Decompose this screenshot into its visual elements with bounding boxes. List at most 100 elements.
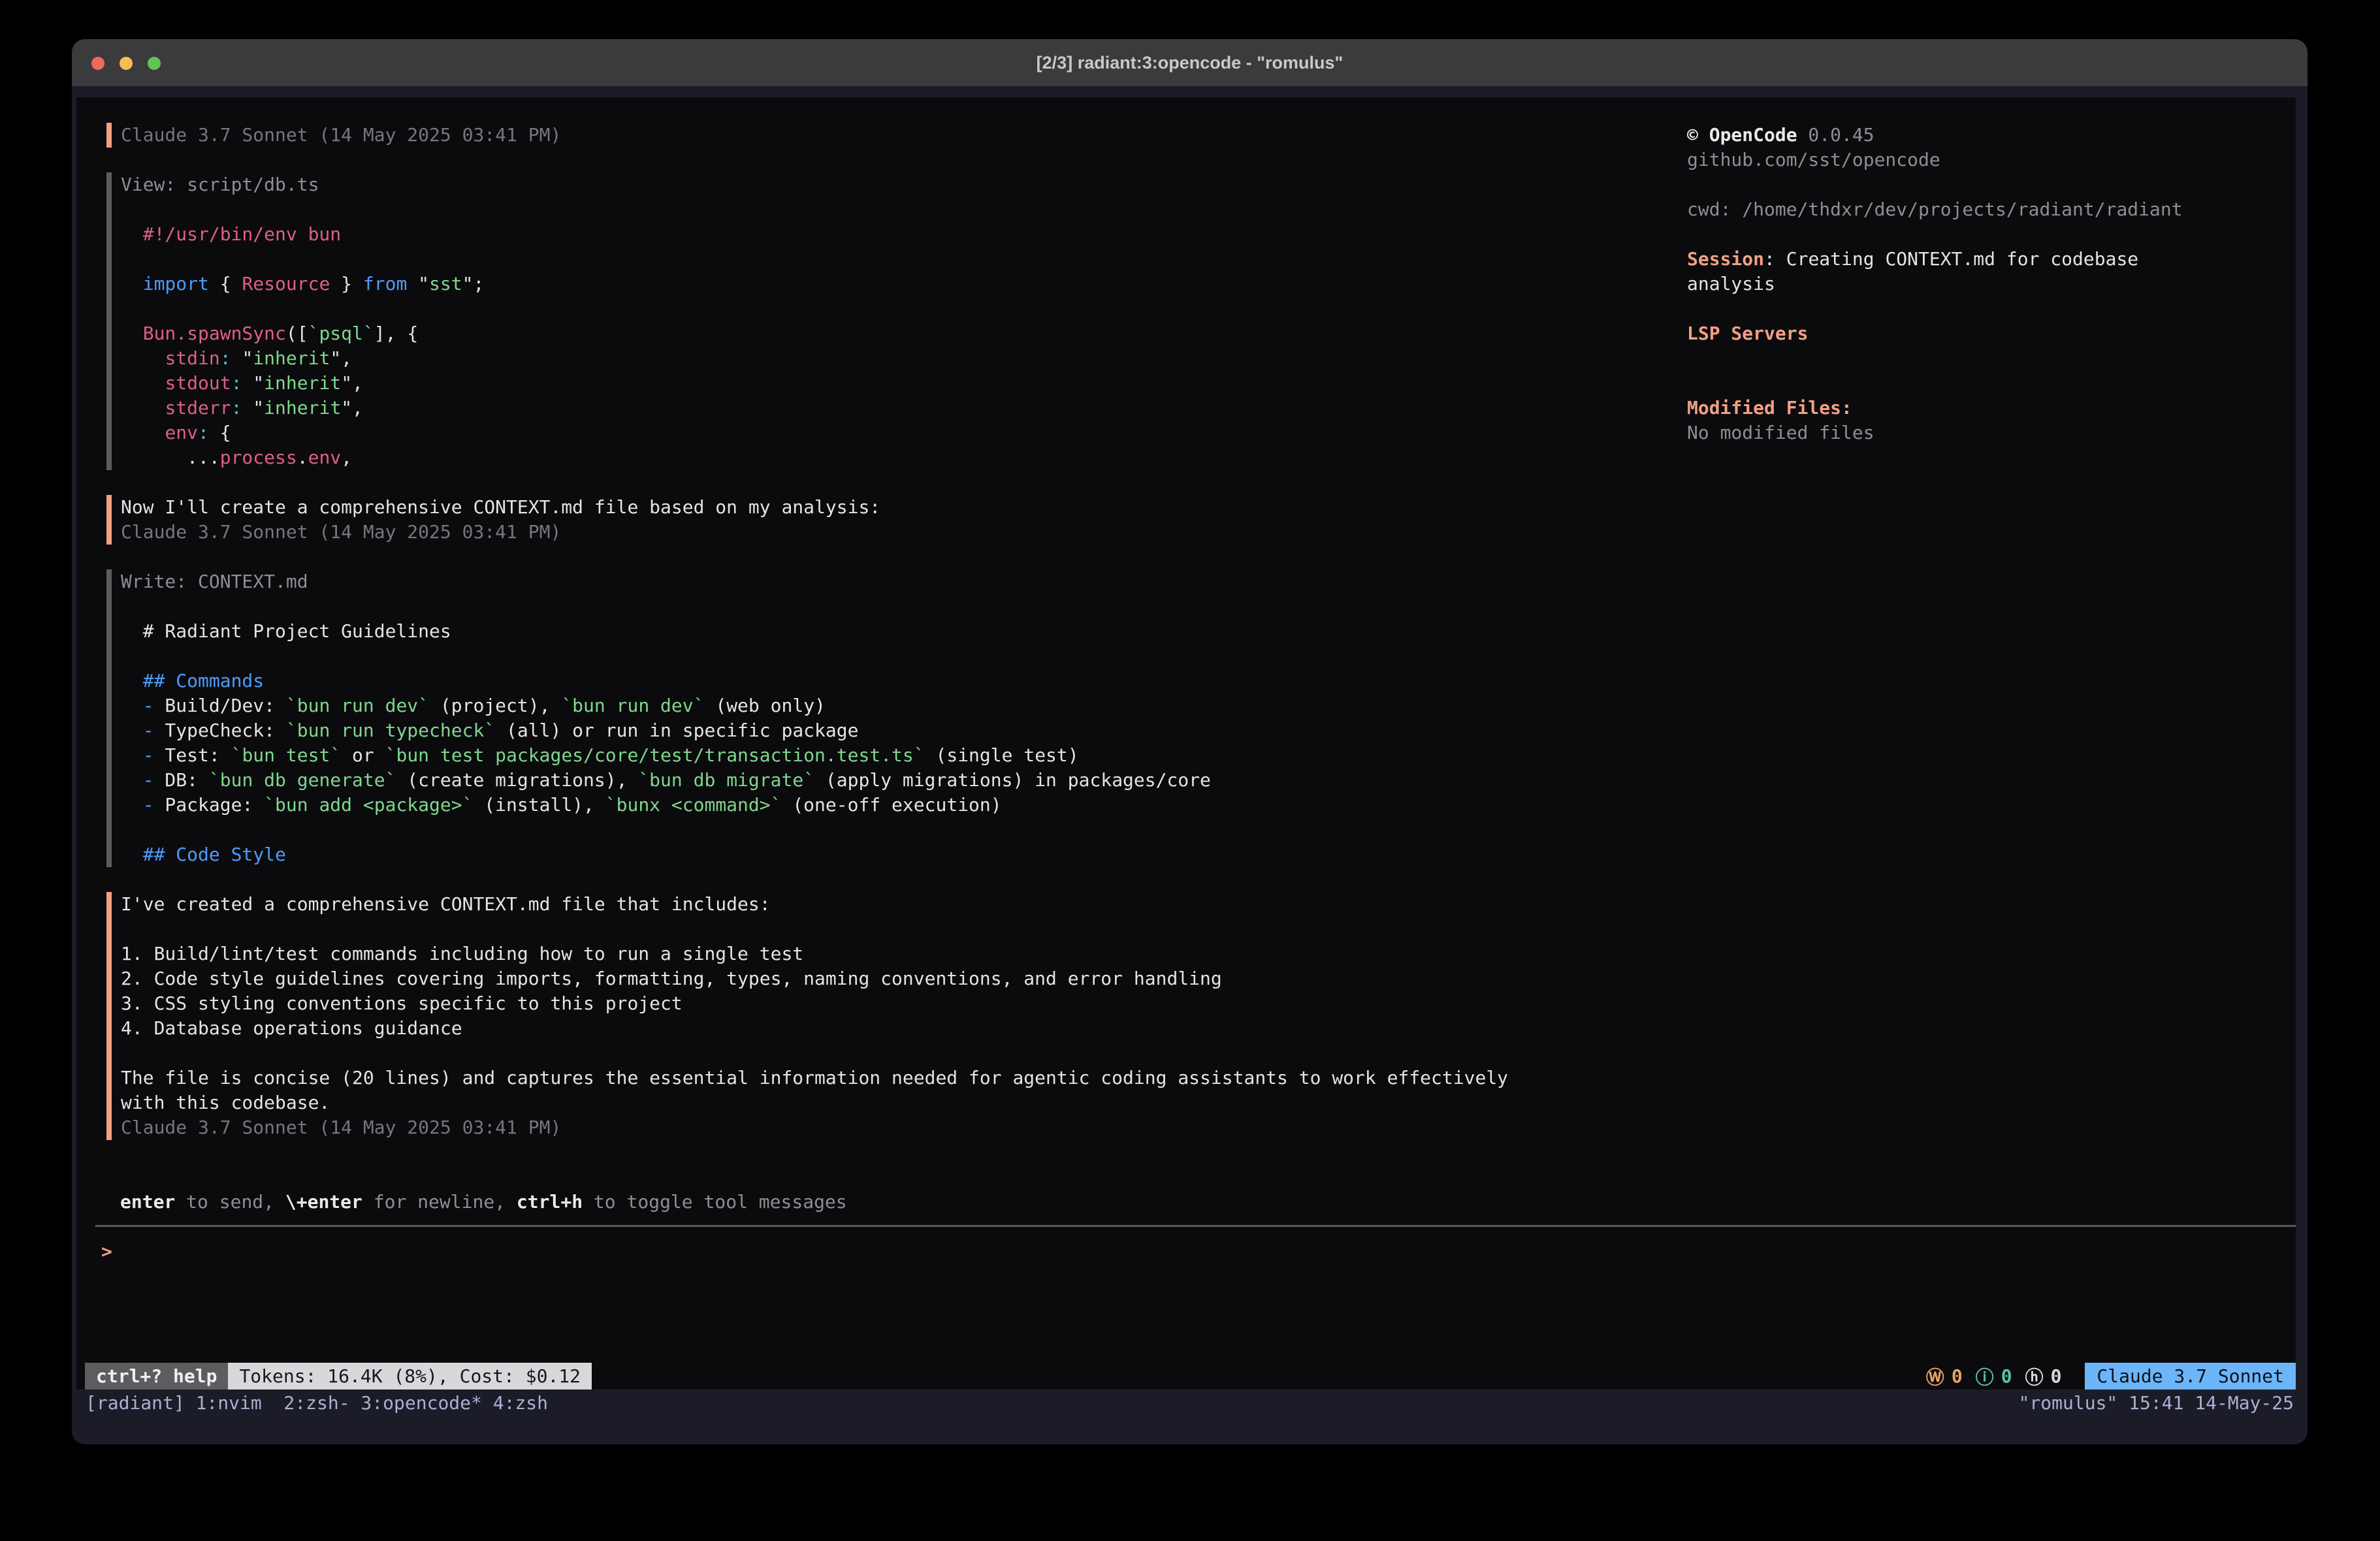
- text-span: ": [407, 273, 429, 294]
- text-line: - TypeCheck: `bun run typecheck` (all) o…: [121, 718, 1508, 743]
- text-span: DB:: [154, 769, 209, 791]
- text-line: [1687, 222, 2304, 247]
- text-span: sst: [429, 273, 462, 294]
- prompt-input[interactable]: >: [101, 1239, 2257, 1264]
- tmux-session-windows[interactable]: [radiant] 1:nvim 2:zsh- 3:opencode* 4:zs…: [86, 1390, 548, 1417]
- text-span: stdin: [165, 347, 219, 369]
- text-line: - DB: `bun db generate` (create migratio…: [121, 768, 1508, 793]
- text-line: [121, 917, 1508, 942]
- text-line: ## Commands: [121, 669, 1508, 693]
- text-span: (install),: [473, 794, 605, 816]
- text-span: [121, 794, 143, 816]
- text-span: -: [143, 744, 154, 766]
- window-title: [2/3] radiant:3:opencode - "romulus": [1037, 53, 1343, 73]
- text-span: 2. Code style guidelines covering import…: [121, 968, 1222, 989]
- minimize-button[interactable]: [120, 57, 133, 70]
- text-span: © OpenCode: [1687, 124, 1797, 146]
- window-titlebar[interactable]: [2/3] radiant:3:opencode - "romulus": [72, 39, 2308, 86]
- text-span: with this codebase.: [121, 1092, 330, 1113]
- text-line: © OpenCode 0.0.45: [1687, 123, 2304, 148]
- text-span: (all) or run in specific package: [495, 720, 858, 741]
- text-line: cwd: /home/thdxr/dev/projects/radiant/ra…: [1687, 197, 2304, 222]
- text-line: enter to send, \+enter for newline, ctrl…: [120, 1190, 847, 1215]
- text-span: ": [242, 397, 264, 419]
- model-badge[interactable]: Claude 3.7 Sonnet: [2085, 1363, 2296, 1390]
- text-span: -: [143, 720, 154, 741]
- text-line: [121, 197, 1508, 222]
- info-count-icon: ⓘ: [1976, 1363, 1994, 1390]
- text-line: stdin: "inherit",: [121, 346, 1508, 371]
- text-span: :: [220, 347, 231, 369]
- help-shortcut-hint: ctrl+? help: [85, 1363, 228, 1390]
- text-line: [121, 818, 1508, 842]
- text-line: 1. Build/lint/test commands including ho…: [121, 942, 1508, 966]
- text-span: [121, 397, 165, 419]
- transcript-block-message: I've created a comprehensive CONTEXT.md …: [106, 892, 1508, 1140]
- warning-count-value: 0: [1952, 1365, 1963, 1387]
- text-span: Claude 3.7 Sonnet (14 May 2025 03:41 PM): [121, 521, 561, 543]
- text-span: or: [341, 744, 385, 766]
- text-span: for newline,: [362, 1191, 517, 1213]
- text-span: cwd: /home/thdxr/dev/projects/radiant/ra…: [1687, 199, 2183, 220]
- text-span: The file is concise (20 lines) and captu…: [121, 1067, 1508, 1088]
- status-bar: ctrl+? help Tokens: 16.4K (8%), Cost: $0…: [85, 1363, 2296, 1390]
- text-line: I've created a comprehensive CONTEXT.md …: [121, 892, 1508, 917]
- text-line: Session: Creating CONTEXT.md for codebas…: [1687, 247, 2304, 272]
- text-span: 0.0.45: [1797, 124, 1874, 146]
- text-line: Claude 3.7 Sonnet (14 May 2025 03:41 PM): [121, 123, 1508, 148]
- text-span: `bun run typecheck`: [286, 720, 495, 741]
- text-span: -: [143, 794, 154, 816]
- text-span: .: [297, 447, 308, 468]
- text-line: The file is concise (20 lines) and captu…: [121, 1066, 1508, 1090]
- text-span: ",: [330, 347, 352, 369]
- window-controls: [91, 57, 161, 70]
- text-span: enter: [120, 1191, 175, 1213]
- text-line: env: {: [121, 421, 1508, 445]
- text-span: ctrl+h: [517, 1191, 583, 1213]
- text-span: `bun db migrate`: [638, 769, 814, 791]
- close-button[interactable]: [91, 57, 105, 70]
- hint-count: ⓗ0: [2025, 1363, 2062, 1390]
- text-line: [121, 644, 1508, 669]
- transcript-block-message-footer: Claude 3.7 Sonnet (14 May 2025 03:41 PM): [106, 123, 1508, 148]
- text-line: No modified files: [1687, 421, 2304, 445]
- text-span: ",: [341, 372, 363, 394]
- text-line: [121, 296, 1508, 321]
- text-line: LSP Servers: [1687, 321, 2304, 346]
- text-span: # Radiant Project Guidelines: [121, 620, 451, 642]
- text-span: Session: [1687, 248, 1764, 270]
- text-line: Write: CONTEXT.md: [121, 569, 1508, 594]
- text-span: from: [363, 273, 407, 294]
- text-line: ## Code Style: [121, 842, 1508, 867]
- transcript: Claude 3.7 Sonnet (14 May 2025 03:41 PM)…: [106, 123, 1508, 1165]
- text-span: -: [143, 769, 154, 791]
- text-line: analysis: [1687, 272, 2304, 296]
- text-span: analysis: [1687, 273, 1775, 294]
- warning-count: Ⓦ0: [1926, 1363, 1963, 1390]
- text-span: ## Code Style: [121, 844, 286, 865]
- text-span: [121, 744, 143, 766]
- text-span: [121, 372, 165, 394]
- session-sidebar: © OpenCode 0.0.45github.com/sst/opencode…: [1687, 123, 2304, 445]
- zoom-button[interactable]: [148, 57, 161, 70]
- text-line: Claude 3.7 Sonnet (14 May 2025 03:41 PM): [121, 520, 1508, 545]
- diagnostics: Ⓦ0ⓘ0ⓗ0: [1926, 1363, 2062, 1390]
- text-line: [1687, 172, 2304, 197]
- text-line: github.com/sst/opencode: [1687, 148, 2304, 172]
- text-span: (project),: [429, 695, 561, 716]
- text-span: 3. CSS styling conventions specific to t…: [121, 993, 683, 1014]
- text-span: (single test): [925, 744, 1079, 766]
- text-span: ": [231, 347, 253, 369]
- text-span: ": [242, 372, 264, 394]
- text-span: [121, 695, 143, 716]
- text-span: `bun db generate`: [209, 769, 396, 791]
- text-span: import: [143, 273, 209, 294]
- hint-count-value: 0: [2051, 1365, 2062, 1387]
- transcript-block-message: Now I'll create a comprehensive CONTEXT.…: [106, 495, 1508, 545]
- text-span: to send,: [175, 1191, 285, 1213]
- text-span: ...: [121, 447, 220, 468]
- text-line: - Package: `bun add <package>` (install)…: [121, 793, 1508, 818]
- text-span: `bun run dev`: [561, 695, 704, 716]
- text-line: View: script/db.ts: [121, 172, 1508, 197]
- prompt-symbol: >: [101, 1241, 112, 1262]
